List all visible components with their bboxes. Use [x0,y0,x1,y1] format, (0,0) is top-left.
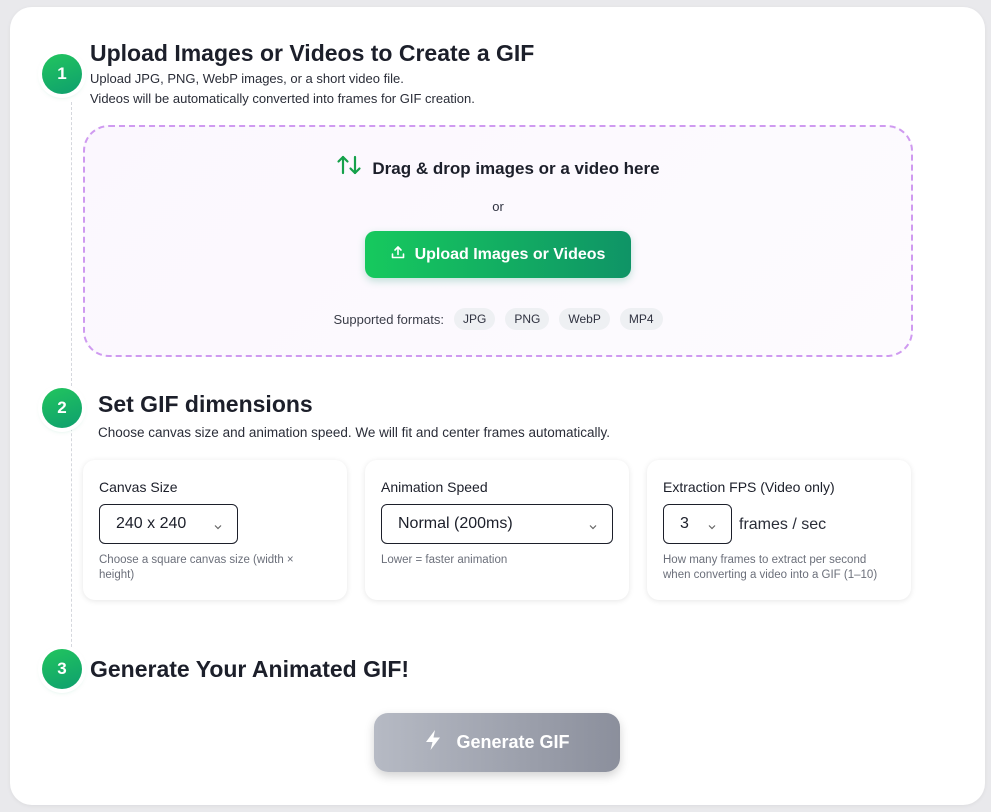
canvas-size-help: Choose a square canvas size (width × hei… [99,553,294,583]
extraction-fps-label: Extraction FPS (Video only) [663,479,835,495]
canvas-size-help-line2: height) [99,569,135,581]
animation-speed-value: Normal (200ms) [398,515,513,532]
step-3-title: Generate Your Animated GIF! [90,656,410,682]
format-chip-webp: WebP [559,308,610,330]
canvas-size-card: Canvas Size 240 x 240 Choose a square ca… [83,460,347,600]
step-1-badge: 1 [42,54,82,94]
supported-formats: Supported formats: JPG PNG WebP MP4 [85,308,911,330]
extraction-fps-help-line1: How many frames to extract per second [663,554,867,566]
dropzone-title: Drag & drop images or a video here [85,155,911,184]
format-chip-jpg: JPG [454,308,496,330]
main-card: 1 Upload Images or Videos to Create a GI… [10,7,985,805]
lightning-bolt-icon [424,729,442,756]
canvas-size-select[interactable]: 240 x 240 [99,504,238,544]
fps-unit-label: frames / sec [739,516,827,533]
chevron-down-icon [707,519,717,537]
step-1-desc-line2: Videos will be automatically converted i… [90,91,475,106]
formats-label: Supported formats: [333,311,445,327]
animation-speed-select[interactable]: Normal (200ms) [381,504,613,544]
extraction-fps-select[interactable]: 3 [663,504,732,544]
dropzone-or-text: or [492,199,504,214]
upload-icon [391,245,405,264]
upload-button[interactable]: Upload Images or Videos [365,231,631,278]
extraction-fps-value: 3 [680,515,689,532]
extraction-fps-help-line2: when converting a video into a GIF (1–10… [663,569,878,581]
chevron-down-icon [588,519,598,537]
step-2-title: Set GIF dimensions [98,391,313,417]
extraction-fps-help: How many frames to extract per second wh… [663,553,877,583]
step-1-desc-line1: Upload JPG, PNG, WebP images, or a short… [90,71,404,86]
step-2-desc: Choose canvas size and animation speed. … [98,425,611,440]
generate-gif-button[interactable]: Generate GIF [374,713,620,772]
format-chip-png: PNG [505,308,550,330]
animation-speed-help: Lower = faster animation [381,554,508,566]
steps-timeline [71,102,72,662]
extraction-fps-card: Extraction FPS (Video only) 3 frames / s… [647,460,911,600]
animation-speed-card: Animation Speed Normal (200ms) Lower = f… [365,460,629,600]
dropzone[interactable]: Drag & drop images or a video here or Up… [83,125,913,357]
chevron-down-icon [213,519,223,537]
animation-speed-label: Animation Speed [381,479,488,495]
step-1-title: Upload Images or Videos to Create a GIF [90,40,535,66]
step-3-badge: 3 [42,649,82,689]
canvas-size-label: Canvas Size [99,479,178,495]
canvas-size-help-line1: Choose a square canvas size (width × [99,554,294,566]
canvas-size-value: 240 x 240 [116,515,187,532]
step-2-badge: 2 [42,388,82,428]
generate-gif-label: Generate GIF [456,732,570,752]
swap-arrows-icon [336,153,362,182]
upload-button-label: Upload Images or Videos [414,245,606,263]
dropzone-title-text: Drag & drop images or a video here [372,158,660,178]
format-chip-mp4: MP4 [619,308,663,330]
